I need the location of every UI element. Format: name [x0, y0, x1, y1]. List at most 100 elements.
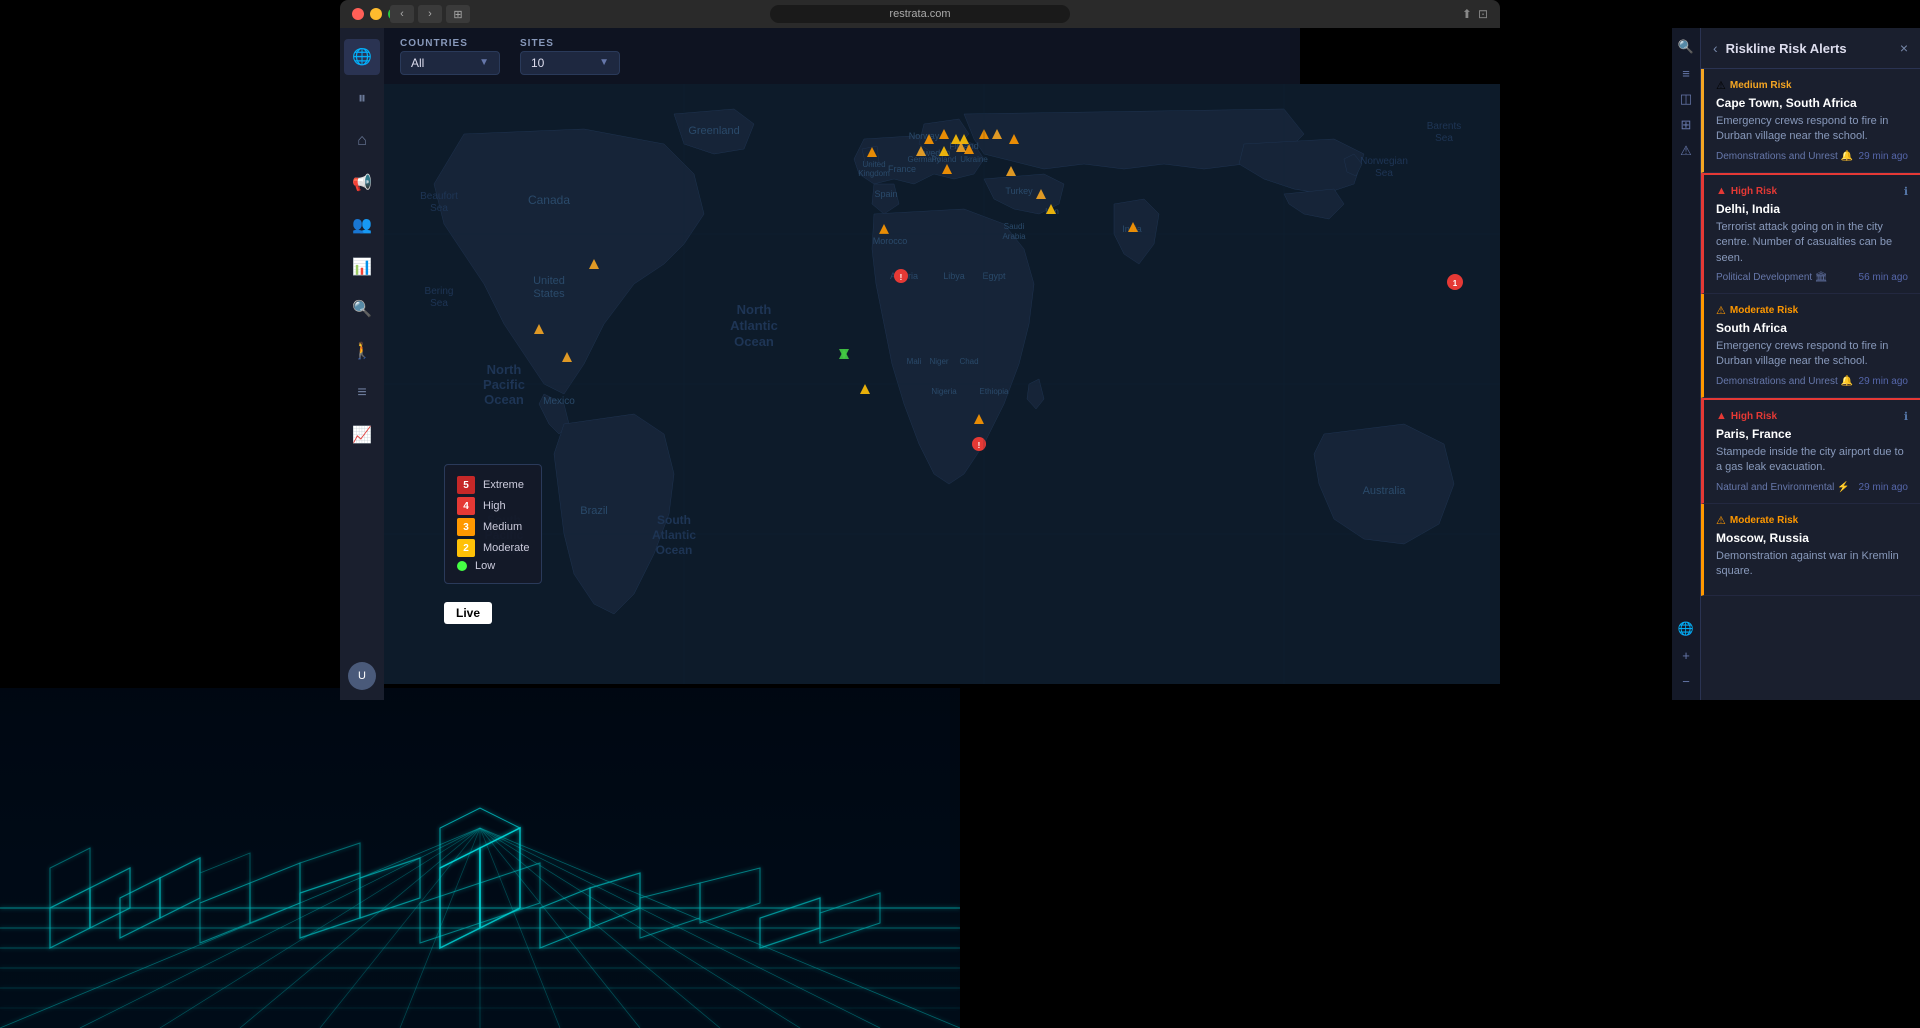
countries-label: COUNTRIES — [400, 38, 500, 49]
sidebar-icon-pause[interactable]: ⏸ — [344, 81, 380, 117]
countries-value: All — [411, 56, 424, 70]
mini-zoom-out-icon[interactable]: − — [1675, 670, 1697, 692]
svg-text:Turkey: Turkey — [1005, 186, 1033, 196]
sidebar-icon-globe[interactable]: 🌐 — [344, 39, 380, 75]
alert-desc-5: Demonstration against war in Kremlin squ… — [1716, 549, 1908, 580]
mini-layers-icon[interactable]: ◫ — [1675, 88, 1697, 110]
svg-text:Greenland: Greenland — [688, 125, 739, 137]
close-button[interactable] — [352, 8, 364, 20]
sidebar-icon-people[interactable]: 👥 — [344, 207, 380, 243]
medium-risk-icon: ⚠ — [1716, 79, 1726, 92]
medium-risk-label: Medium Risk — [1730, 80, 1792, 91]
sidebar-icon-search[interactable]: 🔍 — [344, 291, 380, 327]
nav-buttons: ‹ › ⊞ — [390, 5, 470, 23]
svg-text:Brazil: Brazil — [580, 505, 608, 517]
info-icon-2[interactable]: ℹ — [1904, 410, 1908, 423]
forward-nav-button[interactable]: › — [418, 5, 442, 23]
mini-alert-icon[interactable]: ⚠ — [1675, 140, 1697, 162]
svg-text:Morocco: Morocco — [873, 236, 908, 246]
high-risk-label-1: High Risk — [1731, 186, 1777, 197]
svg-text:Sea: Sea — [1375, 168, 1393, 179]
sidebar-icon-walk[interactable]: 🚶 — [344, 333, 380, 369]
svg-text:North: North — [737, 302, 772, 317]
minimize-button[interactable] — [370, 8, 382, 20]
countries-filter-group: COUNTRIES All ▼ — [400, 38, 500, 75]
svg-text:Sea: Sea — [430, 298, 448, 309]
svg-text:Chad: Chad — [959, 357, 978, 366]
alert-time-1: 29 min ago — [1859, 151, 1908, 162]
back-nav-button[interactable]: ‹ — [390, 5, 414, 23]
sites-chevron-icon: ▼ — [599, 57, 609, 68]
alert-risk-badge-4: ▲ High Risk ℹ — [1716, 410, 1908, 423]
alert-card-cape-town[interactable]: ⚠ Medium Risk Cape Town, South Africa Em… — [1701, 69, 1920, 173]
layout-nav-button[interactable]: ⊞ — [446, 5, 470, 23]
info-icon-1[interactable]: ℹ — [1904, 185, 1908, 198]
sites-dropdown[interactable]: 10 ▼ — [520, 51, 620, 75]
legend-high-label: High — [483, 500, 506, 512]
svg-text:Beaufort: Beaufort — [420, 191, 458, 202]
mini-globe2-icon[interactable]: 🌐 — [1675, 618, 1697, 640]
legend-extreme-label: Extreme — [483, 479, 524, 491]
countries-chevron-icon: ▼ — [479, 57, 489, 68]
mini-zoom-in-icon[interactable]: + — [1675, 644, 1697, 666]
window-icons: ⬆ ⊡ — [1462, 7, 1488, 21]
svg-text:Arabia: Arabia — [1002, 232, 1026, 241]
alert-meta-3: Demonstrations and Unrest 🔔 29 min ago — [1716, 376, 1908, 387]
svg-text:Atlantic: Atlantic — [652, 528, 696, 542]
svg-text:South: South — [657, 513, 691, 527]
panel-back-button[interactable]: ‹ — [1713, 40, 1718, 56]
map-container[interactable]: North Pacific Ocean North Atlantic Ocean… — [384, 84, 1500, 684]
alert-category-1: Demonstrations and Unrest 🔔 — [1716, 151, 1853, 162]
sidebar-icon-layers[interactable]: ≡ — [344, 375, 380, 411]
mini-search-icon[interactable]: 🔍 — [1675, 36, 1697, 58]
city-3d-view — [0, 688, 960, 1028]
moderate-risk-label-2: Moderate Risk — [1730, 515, 1798, 526]
sidebar-icon-home[interactable]: ⌂ — [344, 123, 380, 159]
alert-category-4: Natural and Environmental ⚡ — [1716, 482, 1850, 493]
svg-text:Norway: Norway — [909, 131, 940, 141]
alert-card-moscow[interactable]: ⚠ Moderate Risk Moscow, Russia Demonstra… — [1701, 504, 1920, 597]
svg-text:Sea: Sea — [1435, 133, 1453, 144]
svg-text:Spain: Spain — [874, 189, 897, 199]
svg-text:Saudi: Saudi — [1004, 222, 1025, 231]
mini-grid-icon[interactable]: ⊞ — [1675, 114, 1697, 136]
alert-desc-1: Emergency crews respond to fire in Durba… — [1716, 114, 1908, 145]
panel-close-button[interactable]: × — [1900, 40, 1908, 56]
svg-text:Ocean: Ocean — [484, 392, 524, 407]
alert-card-paris[interactable]: ▲ High Risk ℹ Paris, France Stampede ins… — [1701, 398, 1920, 504]
alert-card-delhi[interactable]: ▲ High Risk ℹ Delhi, India Terrorist att… — [1701, 173, 1920, 294]
alert-desc-4: Stampede inside the city airport due to … — [1716, 445, 1908, 476]
svg-text:Poland: Poland — [932, 155, 957, 164]
svg-text:Canada: Canada — [528, 193, 570, 207]
alert-time-4: 29 min ago — [1859, 482, 1908, 493]
svg-text:United: United — [862, 160, 885, 169]
moderate-risk-icon-1: ⚠ — [1716, 304, 1726, 317]
sidebar-icon-chart[interactable]: 📊 — [344, 249, 380, 285]
alert-location-1: Cape Town, South Africa — [1716, 96, 1908, 110]
legend-low-label: Low — [475, 560, 495, 572]
address-bar[interactable]: restrata.com — [770, 5, 1070, 23]
share-icon[interactable]: ⬆ — [1462, 7, 1472, 21]
sidebar-toggle-icon[interactable]: ⊡ — [1478, 7, 1488, 21]
high-risk-icon-2: ▲ — [1716, 410, 1727, 422]
alert-category-3: Demonstrations and Unrest 🔔 — [1716, 376, 1853, 387]
legend-low-dot — [457, 561, 467, 571]
countries-dropdown[interactable]: All ▼ — [400, 51, 500, 75]
alerts-list: ⚠ Medium Risk Cape Town, South Africa Em… — [1701, 69, 1920, 700]
svg-text:!: ! — [900, 273, 903, 282]
sites-label: SITES — [520, 38, 620, 49]
legend-item-extreme: 5 Extreme — [457, 476, 529, 494]
live-button[interactable]: Live — [444, 602, 492, 624]
user-avatar[interactable]: U — [348, 662, 376, 690]
svg-text:!: ! — [978, 441, 981, 450]
alert-risk-badge-2: ▲ High Risk ℹ — [1716, 185, 1908, 198]
mini-list-icon[interactable]: ≡ — [1675, 62, 1697, 84]
svg-text:Mali: Mali — [907, 357, 922, 366]
alert-time-3: 29 min ago — [1859, 376, 1908, 387]
window-chrome: ‹ › ⊞ restrata.com ⬆ ⊡ — [340, 0, 1500, 28]
sidebar-icon-alerts[interactable]: 📢 — [344, 165, 380, 201]
sidebar-icon-analytics[interactable]: 📈 — [344, 417, 380, 453]
legend-high-color: 4 — [457, 497, 475, 515]
alert-card-south-africa[interactable]: ⚠ Moderate Risk South Africa Emergency c… — [1701, 294, 1920, 398]
svg-text:United: United — [533, 275, 565, 287]
